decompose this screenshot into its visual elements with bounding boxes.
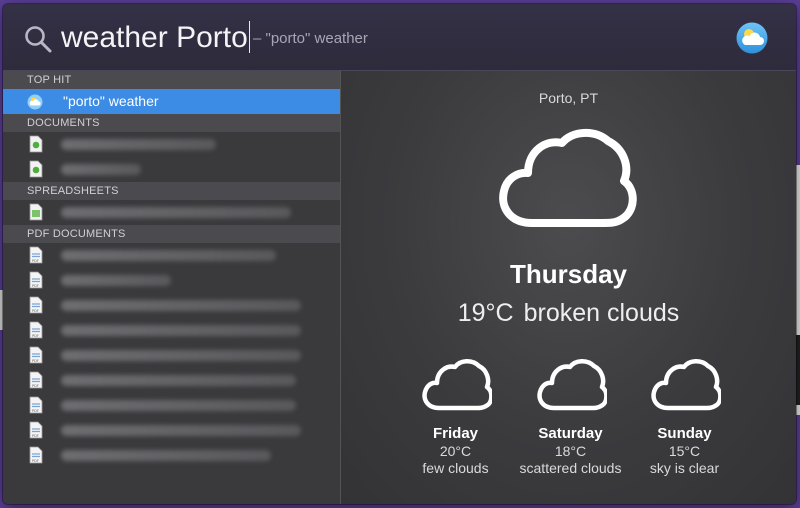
weather-location: Porto, PT	[538, 90, 599, 106]
search-query-text: weather Porto	[61, 21, 248, 54]
results-list: TOP HIT "porto" weather DOCUMENTS SPREAD…	[3, 71, 341, 504]
svg-text:PDF: PDF	[32, 384, 39, 388]
blurred-filename	[61, 325, 301, 336]
result-pdf[interactable]: PDF	[3, 443, 340, 468]
result-document[interactable]	[3, 157, 340, 182]
text-caret	[248, 21, 250, 53]
svg-text:PDF: PDF	[32, 409, 39, 413]
svg-text:PDF: PDF	[32, 359, 39, 363]
pdf-icon: PDF	[29, 421, 43, 439]
cloud-icon	[650, 359, 721, 411]
result-pdf[interactable]: PDF	[3, 368, 340, 393]
result-pdf[interactable]: PDF	[3, 393, 340, 418]
cloud-icon	[536, 359, 607, 411]
result-pdf[interactable]: PDF	[3, 243, 340, 268]
forecast-day-name: Saturday	[538, 425, 603, 442]
forecast-day-name: Friday	[432, 425, 478, 442]
blurred-filename	[61, 450, 271, 461]
spreadsheet-icon	[29, 203, 43, 221]
search-completion-hint: – "porto" weather	[253, 30, 368, 47]
document-icon	[29, 135, 43, 153]
section-header-pdf-documents: PDF DOCUMENTS	[3, 225, 340, 243]
blurred-filename	[61, 300, 301, 311]
blurred-filename	[61, 207, 291, 218]
weather-icon	[27, 94, 43, 110]
blurred-filename	[61, 400, 296, 411]
search-bar: weather Porto – "porto" weather	[3, 4, 796, 71]
blurred-filename	[61, 139, 216, 150]
pdf-icon: PDF	[29, 271, 43, 289]
pdf-icon: PDF	[29, 346, 43, 364]
result-pdf[interactable]: PDF	[3, 318, 340, 343]
forecast-day-name: Sunday	[657, 425, 712, 442]
forecast-day: Saturday 18°C scattered clouds	[513, 356, 628, 476]
result-label: "porto" weather	[63, 93, 159, 109]
pdf-icon: PDF	[29, 246, 43, 264]
section-header-spreadsheets: SPREADSHEETS	[3, 182, 340, 200]
forecast-condition: sky is clear	[649, 460, 720, 476]
pdf-icon: PDF	[29, 321, 43, 339]
forecast-day: Sunday 15°C sky is clear	[627, 356, 742, 476]
forecast-temperature: 18°C	[554, 443, 587, 459]
search-input[interactable]: weather Porto	[61, 18, 250, 58]
current-conditions: 19°C broken clouds	[341, 299, 796, 328]
svg-text:PDF: PDF	[32, 284, 39, 288]
pdf-icon: PDF	[29, 371, 43, 389]
result-pdf[interactable]: PDF	[3, 268, 340, 293]
blurred-filename	[61, 425, 301, 436]
forecast-condition: few clouds	[422, 460, 489, 476]
cloud-icon	[421, 359, 492, 411]
forecast-condition: scattered clouds	[519, 460, 622, 476]
blurred-filename	[61, 275, 171, 286]
pdf-icon: PDF	[29, 396, 43, 414]
result-spreadsheet[interactable]	[3, 200, 340, 225]
document-icon	[29, 160, 43, 178]
forecast-temperature: 20°C	[439, 443, 472, 459]
blurred-filename	[61, 164, 141, 175]
pdf-icon: PDF	[29, 446, 43, 464]
svg-text:PDF: PDF	[32, 309, 39, 313]
section-header-top-hit: TOP HIT	[3, 71, 340, 89]
spotlight-window: weather Porto – "porto" weather TOP HIT …	[3, 4, 796, 504]
result-top-hit[interactable]: "porto" weather	[3, 89, 340, 114]
svg-text:PDF: PDF	[32, 434, 39, 438]
result-document[interactable]	[3, 132, 340, 157]
current-temperature: 19°C	[457, 299, 514, 327]
forecast-temperature: 15°C	[668, 443, 701, 459]
pdf-icon: PDF	[29, 296, 43, 314]
search-icon	[25, 26, 52, 53]
blurred-filename	[61, 375, 296, 386]
svg-text:PDF: PDF	[32, 259, 39, 263]
blurred-filename	[61, 250, 276, 261]
current-condition: broken clouds	[523, 299, 680, 327]
result-pdf[interactable]: PDF	[3, 343, 340, 368]
weather-app-icon	[736, 22, 768, 54]
cloud-icon	[499, 129, 637, 227]
svg-text:PDF: PDF	[32, 334, 39, 338]
svg-text:PDF: PDF	[32, 459, 39, 463]
section-header-documents: DOCUMENTS	[3, 114, 340, 132]
forecast-day: Friday 20°C few clouds	[398, 356, 513, 476]
result-pdf[interactable]: PDF	[3, 293, 340, 318]
blurred-filename	[61, 350, 301, 361]
result-pdf[interactable]: PDF	[3, 418, 340, 443]
weather-preview: Porto, PT Thursday 19°C broken clouds Fri…	[341, 71, 796, 504]
current-day: Thursday	[509, 259, 628, 289]
